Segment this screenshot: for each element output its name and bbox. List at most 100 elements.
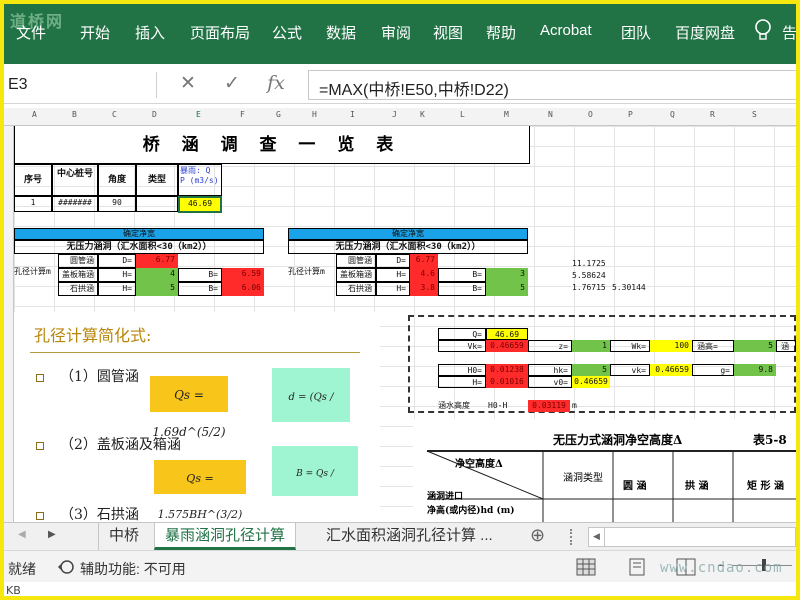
loose-value[interactable]: 11.1725 (572, 258, 606, 270)
left-row-value2[interactable]: 6.59 (222, 268, 264, 282)
column-header-selected[interactable]: E (196, 110, 201, 119)
header-rain-flow[interactable]: 暴雨: Q P (m3/s) (178, 164, 222, 196)
right-row-value[interactable]: 4.6 (410, 268, 438, 282)
page-layout-view-icon[interactable] (628, 558, 646, 576)
left-row-key[interactable]: H= (98, 282, 136, 296)
scroll-next-sheet-icon[interactable]: ▶ (48, 529, 56, 540)
left-row-key2[interactable]: B= (178, 282, 222, 296)
calc-label-z[interactable]: z= (528, 340, 572, 352)
calc-value-g[interactable]: 9.8 (734, 364, 776, 376)
tab-help[interactable]: 帮助 (486, 22, 516, 43)
calc-value-vk[interactable]: 0.46659 (486, 340, 528, 352)
column-header[interactable]: R (710, 110, 715, 119)
tab-home[interactable]: 开始 (80, 22, 110, 43)
right-block-heading[interactable]: 确定净宽 (288, 228, 528, 240)
cancel-icon[interactable]: ✕ (174, 72, 202, 98)
right-row-value2[interactable]: 3 (486, 268, 528, 282)
cell-angle[interactable]: 90 (98, 196, 136, 212)
header-angle[interactable]: 角度 (98, 164, 136, 196)
accessibility-icon[interactable] (58, 559, 76, 575)
left-row-value[interactable]: 5 (136, 282, 178, 296)
column-header[interactable]: K (420, 110, 425, 119)
header-stake[interactable]: 中心桩号 (52, 164, 98, 196)
right-row-value[interactable]: 3.8 (410, 282, 438, 296)
left-row-key[interactable]: H= (98, 268, 136, 282)
formula-image-panel[interactable]: 孔径计算简化式: （1）圆管涵 Qs = 1.69d^(5/2) d = (Qs… (14, 312, 380, 532)
column-header[interactable]: H (312, 110, 317, 119)
calc-value-z[interactable]: 1 (572, 340, 610, 352)
calc-label-vk[interactable]: Vk= (438, 340, 486, 352)
tab-insert[interactable]: 插入 (135, 22, 165, 43)
horizontal-scrollbar[interactable]: ◀ (588, 527, 796, 547)
column-header[interactable]: F (240, 110, 245, 119)
calc-label-h0[interactable]: H0= (438, 364, 486, 376)
column-header[interactable]: N (548, 110, 553, 119)
column-header[interactable]: D (152, 110, 157, 119)
loose-value[interactable]: 1.76715 (572, 282, 606, 294)
left-block-side-label[interactable]: 孔径计算m (14, 266, 58, 280)
right-block-side-label[interactable]: 孔径计算m (288, 266, 336, 280)
column-header[interactable]: J (392, 110, 397, 119)
calc-label-g[interactable]: g= (692, 364, 734, 376)
tab-tell-me[interactable]: 告 (782, 22, 796, 43)
right-row-name[interactable]: 圆管涵 (336, 254, 376, 268)
calc-unit[interactable]: m (572, 400, 577, 412)
insert-function-icon[interactable]: fx (262, 72, 290, 98)
name-box[interactable]: E3 (4, 72, 154, 98)
calc-value-wk[interactable]: 100 (650, 340, 692, 352)
calc-label-wk[interactable]: Wk= (610, 340, 650, 352)
left-row-name[interactable]: 圆管涵 (58, 254, 98, 268)
column-header[interactable]: C (112, 110, 117, 119)
left-row-value[interactable]: 6.77 (136, 254, 178, 268)
calc-value-hk[interactable]: 5 (572, 364, 610, 376)
column-header[interactable]: P (628, 110, 633, 119)
right-row-key[interactable]: H= (376, 282, 410, 296)
right-row-value2[interactable]: 5 (486, 282, 528, 296)
column-header[interactable]: M (504, 110, 509, 119)
tab-baidu-netdisk[interactable]: 百度网盘 (675, 22, 735, 43)
left-row-name[interactable]: 盖板箱涵 (58, 268, 98, 282)
tab-file[interactable]: 文件 (16, 22, 46, 43)
scroll-prev-sheet-icon[interactable]: ◀ (18, 529, 26, 540)
calc-value-h0[interactable]: 0.01238 (486, 364, 528, 376)
header-type[interactable]: 类型 (136, 164, 178, 196)
left-row-key2[interactable]: B= (178, 268, 222, 282)
right-row-name[interactable]: 石拱涵 (336, 282, 376, 296)
right-row-key2[interactable]: B= (438, 282, 486, 296)
calc-label-v0[interactable]: v0= (528, 376, 572, 388)
calc-label-extra[interactable]: 涵 (776, 340, 796, 352)
scanned-table-image[interactable]: 无压力式涵洞净空高度Δ 表5-8 净空高度Δ 涵洞类型 圆 涵 拱 涵 矩 形 … (413, 419, 796, 522)
calc-value-h[interactable]: 0.01016 (486, 376, 528, 388)
tab-page-layout[interactable]: 页面布局 (190, 22, 250, 43)
left-row-key[interactable]: D= (98, 254, 136, 268)
column-header[interactable]: O (588, 110, 593, 119)
tab-splitter[interactable] (570, 529, 574, 545)
right-row-key2[interactable]: B= (438, 268, 486, 282)
sheet-tab-bridge[interactable]: 中桥 (98, 523, 149, 550)
column-header[interactable]: Q (670, 110, 675, 119)
row-header-bar[interactable] (4, 126, 14, 522)
calc-label-clearance[interactable]: 涵水高度 (438, 400, 486, 412)
formula-input[interactable]: =MAX(中桥!E50,中桥!D22) (308, 70, 796, 100)
cell-stake[interactable]: ####### (52, 196, 98, 212)
add-sheet-icon[interactable]: ⊕ (530, 525, 545, 546)
loose-value[interactable]: 5.58624 (572, 270, 606, 282)
header-seq[interactable]: 序号 (14, 164, 52, 196)
tab-formulas[interactable]: 公式 (272, 22, 302, 43)
sheet-tab-rain-culvert[interactable]: 暴雨涵洞孔径计算 (154, 523, 297, 550)
sheet-title[interactable]: 桥 涵 调 查 一 览 表 (14, 126, 530, 164)
right-row-key[interactable]: D= (376, 254, 410, 268)
lightbulb-icon[interactable] (752, 18, 774, 42)
calc-label-h[interactable]: H= (438, 376, 486, 388)
calc-value-h0h[interactable]: 0.03119 (528, 400, 570, 412)
cell-seq[interactable]: 1 (14, 196, 52, 212)
tab-data[interactable]: 数据 (326, 22, 356, 43)
calc-value-vk2[interactable]: 0.46659 (650, 364, 692, 376)
left-block-subheading[interactable]: 无压力涵洞（汇水面积<30（km2）） (14, 240, 264, 254)
calc-value-height[interactable]: 5 (734, 340, 776, 352)
calc-label-height[interactable]: 涵高= (692, 340, 734, 352)
calc-value-v0[interactable]: 0.46659 (572, 376, 610, 388)
calc-label-h0h[interactable]: H0-H (488, 400, 526, 412)
left-row-value2[interactable]: 6.06 (222, 282, 264, 296)
column-header[interactable]: G (276, 110, 281, 119)
